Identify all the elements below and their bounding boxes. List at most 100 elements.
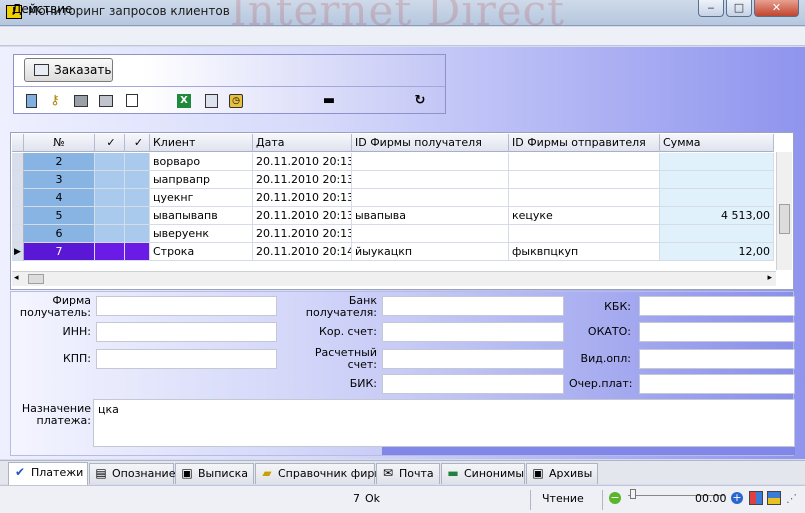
table-row[interactable]: 3 ыапрвапр 20.11.2010 20:13:35 [12,171,774,189]
clock-icon[interactable]: ◷ [228,93,244,109]
maximize-button[interactable]: □ [726,0,752,17]
vid-label: Вид.опл: [580,352,631,365]
cell-client: ыапрвапр [150,171,253,189]
bank-field[interactable] [382,296,564,316]
table-row-current[interactable]: ▶ 7 Строка 20.11.2010 20:14:06 йыукацкп … [12,243,774,261]
cell-check-1[interactable] [95,171,125,189]
tab-identification[interactable]: ▤ Опознание [89,463,176,484]
cell-check-2[interactable] [125,225,150,243]
printer-icon[interactable] [73,93,89,109]
cell-check-2[interactable] [125,243,150,261]
header-id-sender[interactable]: ID Фирмы отправителя [509,134,660,152]
cell-num: 4 [24,189,95,207]
zoom-in-icon[interactable]: + [731,492,743,504]
korr-label: Кор. счет: [319,325,377,338]
dash-icon[interactable]: ▬ [321,93,337,109]
grid-vertical-scrollbar[interactable] [776,152,792,270]
order-button[interactable]: Заказать [24,58,113,82]
cell-sum [660,189,774,207]
kpp-field[interactable] [96,349,277,369]
tab-payments[interactable]: ✔ Платежи [8,462,88,485]
current-row-arrow-icon: ▶ [12,243,24,261]
scroll-right-icon[interactable]: ▸ [767,273,772,283]
order-label: Очер.плат: [569,377,633,390]
cell-id-sender [509,189,660,207]
cell-check-1[interactable] [95,153,125,171]
grid-horizontal-scrollbar[interactable]: ◂ ▸ [12,271,776,286]
cell-check-1[interactable] [95,207,125,225]
cell-id-recipient [352,153,509,171]
close-button[interactable]: ✕ [754,0,799,17]
okato-field[interactable] [639,322,795,342]
tab-firm-directory[interactable]: ▰ Справочник фирм [255,463,383,484]
header-check-1[interactable]: ✓ [95,134,125,152]
cell-client: цуекнг [150,189,253,207]
kbk-field[interactable] [639,296,795,316]
table-row[interactable]: 2 ворваро 20.11.2010 20:13:34 [12,153,774,171]
table-calculator-icon[interactable] [203,93,219,109]
vid-field[interactable] [639,349,795,369]
scroll-left-icon[interactable]: ◂ [14,273,19,283]
tab-archives[interactable]: ▣ Архивы [526,463,598,484]
payment-details-panel: Фирма получатель: ИНН: КПП: Банк получат… [10,291,795,456]
minimize-button[interactable]: ‒ [698,0,724,17]
cell-check-2[interactable] [125,207,150,225]
zoom-slider-thumb[interactable] [630,489,636,499]
refresh-icon[interactable]: ↻ [412,93,428,109]
cell-id-recipient: йыукацкп [352,243,509,261]
korr-field[interactable] [382,322,564,342]
cell-check-1[interactable] [95,189,125,207]
cell-check-2[interactable] [125,189,150,207]
order-button-label: Заказать [54,63,112,77]
record-count: 7 [353,492,360,505]
header-id-recipient[interactable]: ID Фирмы получателя [352,134,509,152]
copy-icon[interactable] [124,93,140,109]
cell-sum: 12,00 [660,243,774,261]
table-row[interactable]: 5 ывапывапв 20.11.2010 20:13:38 ывапыва … [12,207,774,225]
vertical-scroll-thumb[interactable] [779,204,790,234]
cell-num: 7 [24,243,95,261]
header-client[interactable]: Клиент [150,134,253,152]
tab-mail[interactable]: ✉ Почта [376,463,440,484]
cell-check-1[interactable] [95,225,125,243]
table-row[interactable]: 4 цуекнг 20.11.2010 20:13:36 [12,189,774,207]
view-icon[interactable] [767,491,781,505]
tab-statement[interactable]: ▣ Выписка [175,463,254,484]
kpp-label: КПП: [62,352,91,365]
calculator-icon[interactable] [23,93,39,109]
grid-header: № ✓ ✓ Клиент Дата ID Фирмы получателя ID… [12,134,774,152]
tab-archives-label: Архивы [549,467,593,480]
inn-field[interactable] [96,322,277,342]
header-date[interactable]: Дата [253,134,352,152]
cell-sum [660,171,774,189]
table-row[interactable]: 6 ыверуенк 20.11.2010 20:13:39 [12,225,774,243]
header-check-2[interactable]: ✓ [125,134,150,152]
excel-icon[interactable]: X [176,93,192,109]
layout-icon[interactable] [749,491,763,505]
cell-check-2[interactable] [125,153,150,171]
bik-field[interactable] [382,374,564,394]
status-state: Ok [365,492,381,505]
firm-field[interactable] [96,296,277,316]
cell-date: 20.11.2010 20:13:34 [253,153,352,171]
tab-synonyms[interactable]: ▬ Синонимы [441,463,525,484]
cell-check-2[interactable] [125,171,150,189]
cell-date: 20.11.2010 20:14:06 [253,243,352,261]
status-mode: Чтение [542,492,584,505]
resize-grip-icon[interactable]: ⋰ [786,492,797,505]
header-sum[interactable]: Сумма [660,134,774,152]
account-field[interactable] [382,349,564,369]
order-field[interactable] [639,374,795,394]
menu-action[interactable]: Действие [12,2,72,16]
header-num[interactable]: № [24,134,95,152]
purpose-field[interactable]: цка [93,399,795,447]
print-preview-icon[interactable] [98,93,114,109]
zoom-out-icon[interactable]: − [609,492,621,504]
tab-identification-label: Опознание [112,467,176,480]
cell-num: 3 [24,171,95,189]
horizontal-scroll-thumb[interactable] [28,274,44,284]
cell-id-recipient [352,189,509,207]
cell-check-1[interactable] [95,243,125,261]
key-icon[interactable]: ⚷ [47,93,63,109]
order-icon [34,64,49,76]
